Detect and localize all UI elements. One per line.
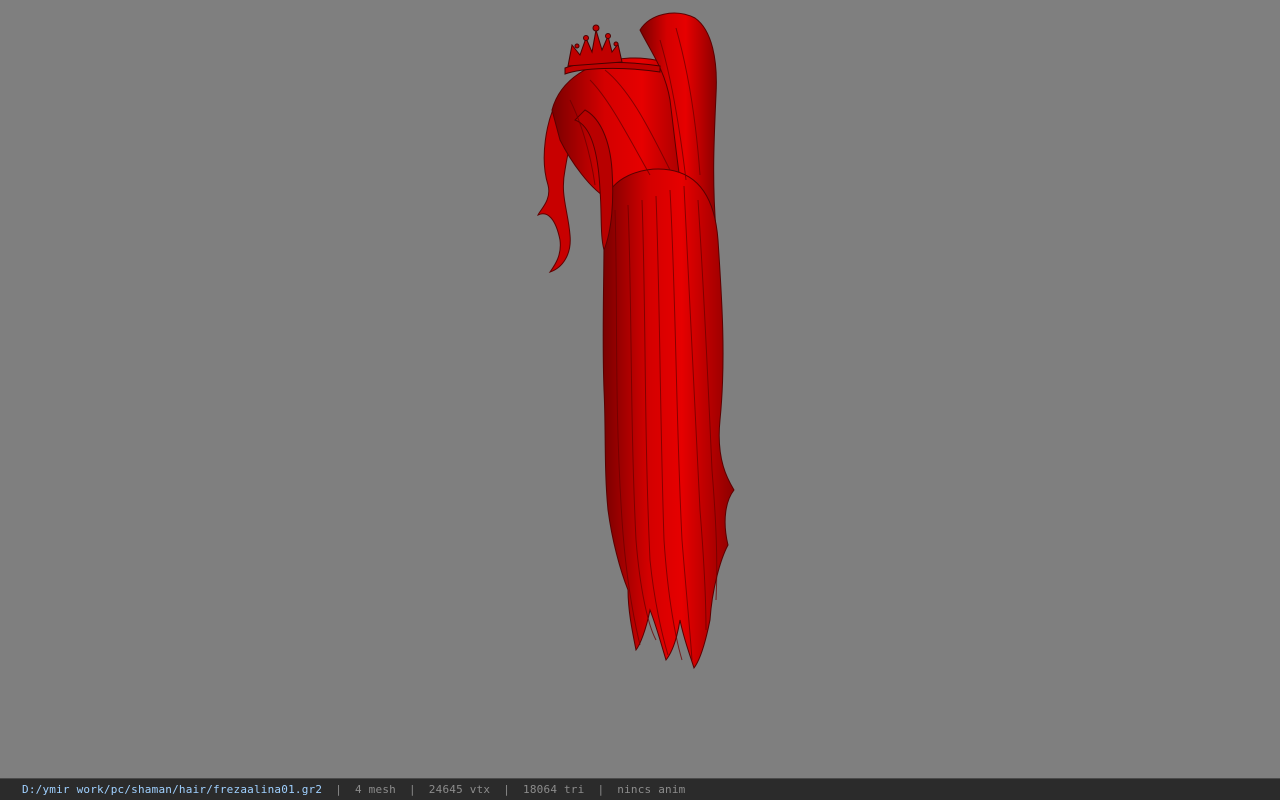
separator: | [408, 783, 416, 796]
separator: | [597, 783, 605, 796]
file-path: D:/ymir work/pc/shaman/hair/frezaalina01… [22, 783, 323, 796]
status-bar: D:/ymir work/pc/shaman/hair/frezaalina01… [0, 778, 1280, 800]
hair-model-icon [537, 12, 735, 670]
3d-viewport[interactable] [0, 0, 1280, 778]
vertex-count: 24645 vtx [428, 783, 491, 796]
triangle-count: 18064 tri [523, 783, 585, 796]
separator: | [503, 783, 511, 796]
animation-status: nincs anim [617, 783, 686, 796]
mesh-count: 4 mesh [355, 783, 396, 796]
separator: | [335, 783, 343, 796]
